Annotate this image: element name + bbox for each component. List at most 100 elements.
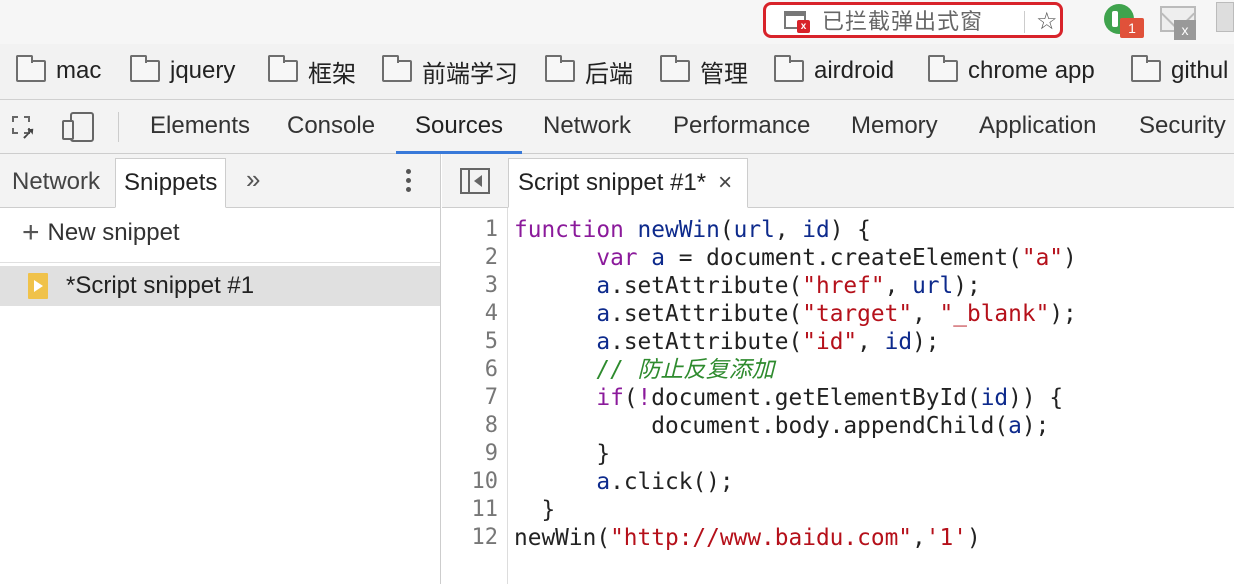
bookmark-folder[interactable]: 后端 [545, 55, 633, 88]
tab-console[interactable]: Console [287, 112, 375, 154]
code-token: , [912, 301, 940, 327]
folder-icon [16, 55, 46, 82]
line-number-gutter: 1 2 3 4 5 6 7 8 9 10 11 12 [442, 208, 508, 584]
code-token: id [884, 329, 913, 355]
device-toolbar-icon[interactable] [62, 112, 96, 142]
folder-icon [774, 55, 804, 82]
tab-snippets[interactable]: Snippets [115, 158, 227, 208]
divider [1024, 11, 1025, 33]
line-number: 10 [471, 469, 499, 494]
line-number: 12 [471, 525, 499, 550]
line-number: 11 [471, 497, 499, 522]
new-snippet-label: New snippet [47, 219, 180, 246]
code-token: , [774, 217, 803, 243]
tab-sources[interactable]: Sources [396, 112, 523, 154]
tab-performance[interactable]: Performance [673, 112, 810, 154]
folder-icon [660, 55, 690, 82]
code-token: newWin( [514, 525, 611, 551]
tab-elements[interactable]: Elements [150, 112, 250, 154]
code-token: id [802, 217, 830, 243]
tab-application[interactable]: Application [979, 112, 1096, 154]
code-token: a [651, 245, 665, 271]
tab-memory[interactable]: Memory [851, 112, 938, 154]
code-token: a [596, 329, 611, 355]
code-token: "id" [802, 329, 858, 355]
bookmark-folder[interactable]: chrome app [928, 55, 1095, 86]
code-token: var [596, 245, 652, 271]
popup-blocked-indicator[interactable]: x 已拦截弹出式窗 ☆ [763, 2, 1063, 38]
bookmark-star-icon[interactable]: ☆ [1036, 7, 1058, 36]
code-token: if [596, 385, 624, 411]
code-token: "_blank" [939, 301, 1050, 327]
code-line: document.body.appendChild(a); [514, 412, 1049, 440]
code-line: // 防止反复添加 [514, 356, 774, 384]
code-token: ) [966, 525, 981, 551]
code-token: .setAttribute( [610, 329, 803, 355]
tab-security[interactable]: Security [1139, 112, 1226, 154]
code-token: document.getElementById( [651, 385, 981, 411]
divider [0, 262, 440, 263]
code-editor[interactable]: function newWin(url, id) { var a = docum… [508, 208, 1234, 584]
code-token: "http://www.baidu.com" [610, 525, 913, 551]
code-token: "a" [1021, 245, 1064, 271]
folder-icon [545, 55, 575, 82]
extension-icon-partial[interactable] [1216, 2, 1234, 32]
code-token: } [514, 497, 556, 523]
code-token: url [912, 273, 954, 299]
kebab-menu-icon[interactable] [404, 166, 412, 196]
browser-top-strip: x 已拦截弹出式窗 ☆ 1 x [0, 0, 1234, 44]
code-token: .click(); [610, 469, 734, 495]
code-line: a.setAttribute("id", id); [514, 328, 940, 356]
tab-network[interactable]: Network [543, 112, 631, 154]
mail-badge: x [1174, 20, 1196, 40]
bookmark-folder[interactable]: githul [1131, 55, 1228, 86]
editor-tab[interactable]: Script snippet #1* × [508, 158, 748, 208]
code-line: newWin("http://www.baidu.com",'1') [514, 524, 981, 552]
tab-network-navigator[interactable]: Network [12, 168, 100, 196]
code-line: } [514, 440, 610, 468]
folder-icon [1131, 55, 1161, 82]
code-token: ) [1063, 245, 1077, 271]
close-icon[interactable]: × [718, 169, 732, 197]
line-number: 7 [484, 385, 498, 410]
bookmarks-bar: mac jquery 框架 前端学习 后端 管理 airdroid chrome… [0, 44, 1234, 100]
code-token: ); [912, 329, 940, 355]
bookmark-folder[interactable]: 框架 [268, 55, 356, 88]
code-token: ( [719, 217, 734, 243]
toggle-navigator-icon[interactable] [460, 168, 490, 194]
code-token: } [514, 441, 611, 467]
inspect-element-icon[interactable]: ➚ [12, 116, 36, 142]
code-line: a.setAttribute("href", url); [514, 272, 980, 300]
folder-icon [382, 55, 412, 82]
line-number: 6 [484, 357, 498, 382]
code-token: = document.createElement( [665, 245, 1022, 271]
code-line: var a = document.createElement("a") [514, 244, 1077, 272]
line-number: 8 [484, 413, 498, 438]
line-number: 3 [484, 273, 498, 298]
navigator-tabs: Network Snippets » [0, 154, 440, 208]
code-token: function [514, 217, 638, 243]
bookmark-folder[interactable]: airdroid [774, 55, 894, 86]
bookmark-folder[interactable]: jquery [130, 55, 235, 86]
code-token: a [596, 273, 611, 299]
more-tabs-icon[interactable]: » [246, 164, 260, 195]
code-token: ( [623, 385, 638, 411]
snippet-list-item[interactable]: *Script snippet #1 [0, 266, 440, 306]
code-token: url [733, 217, 775, 243]
bookmark-folder[interactable]: 管理 [660, 55, 748, 88]
code-token: , [857, 329, 885, 355]
code-token: ! [637, 385, 652, 411]
code-token: id [980, 385, 1009, 411]
code-token: "href" [802, 273, 885, 299]
code-line: } [514, 496, 555, 524]
devtools-toolbar: ➚ Elements Console Sources Network Perfo… [0, 100, 1234, 154]
line-number: 1 [484, 217, 498, 242]
code-token: '1' [925, 525, 967, 551]
folder-icon [268, 55, 298, 82]
new-snippet-button[interactable]: + New snippet [22, 218, 180, 248]
code-token: , [884, 273, 913, 299]
bookmark-folder[interactable]: 前端学习 [382, 55, 518, 88]
bookmark-folder[interactable]: mac [16, 55, 101, 86]
